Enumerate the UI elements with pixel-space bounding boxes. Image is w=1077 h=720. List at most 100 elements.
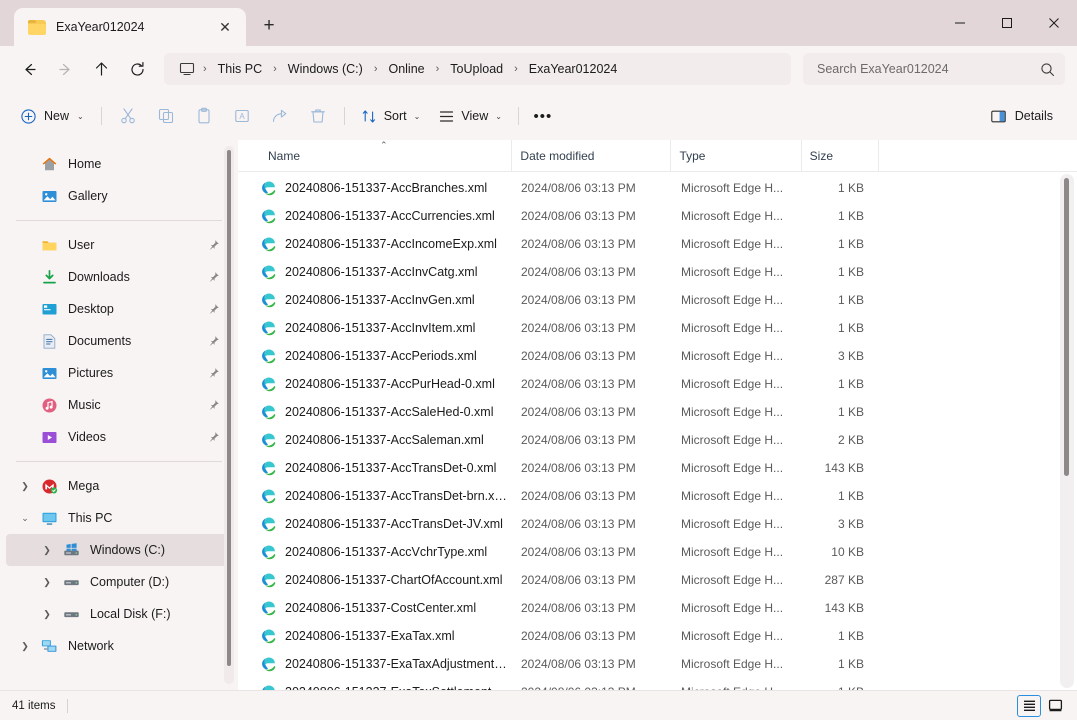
chevron-right-icon[interactable]: ❯ [18, 641, 32, 652]
sidebar-scrollbar[interactable] [224, 146, 234, 684]
file-name-cell[interactable]: 20240806-151337-AccTransDet-JV.xml [260, 516, 513, 533]
table-row[interactable]: 20240806-151337-AccTransDet-brn.xml 2024/… [238, 482, 1077, 510]
tab-exayear012024[interactable]: ExaYear012024 ✕ [14, 8, 246, 46]
breadcrumb-item-this-pc[interactable]: This PC [210, 58, 270, 80]
back-icon[interactable] [12, 52, 46, 86]
file-name-cell[interactable]: 20240806-151337-AccPeriods.xml [260, 348, 513, 365]
table-row[interactable]: 20240806-151337-AccBranches.xml 2024/08/0… [238, 174, 1077, 202]
table-row[interactable]: 20240806-151337-AccPurHead-0.xml 2024/08/… [238, 370, 1077, 398]
file-name-cell[interactable]: 20240806-151337-AccSaleman.xml [260, 432, 513, 449]
maximize-icon[interactable] [983, 0, 1030, 46]
delete-icon[interactable] [299, 100, 337, 132]
chevron-right-icon[interactable]: ❯ [18, 481, 32, 492]
file-name-cell[interactable]: 20240806-151337-ChartOfAccount.xml [260, 572, 513, 589]
file-name-cell[interactable]: 20240806-151337-AccTransDet-brn.xml [260, 488, 513, 505]
table-row[interactable]: 20240806-151337-ExaTaxAdjustment.xml 2024… [238, 650, 1077, 678]
minimize-icon[interactable] [936, 0, 983, 46]
chevron-right-icon[interactable]: ❯ [40, 609, 54, 620]
sidebar-item-downloads[interactable]: Downloads [6, 261, 232, 293]
table-row[interactable]: 20240806-151337-AccSaleHed-0.xml 2024/08/… [238, 398, 1077, 426]
sidebar-item-videos[interactable]: Videos [6, 421, 232, 453]
cut-icon[interactable] [109, 100, 147, 132]
new-tab-button[interactable]: + [252, 9, 286, 43]
file-name-cell[interactable]: 20240806-151337-AccIncomeExp.xml [260, 236, 513, 253]
table-row[interactable]: 20240806-151337-AccInvItem.xml 2024/08/06… [238, 314, 1077, 342]
refresh-icon[interactable] [120, 52, 154, 86]
chevron-right-icon[interactable]: ❯ [40, 545, 54, 556]
close-tab-icon[interactable]: ✕ [212, 14, 238, 40]
breadcrumb-item-exayear012024[interactable]: ExaYear012024 [521, 58, 626, 80]
table-row[interactable]: 20240806-151337-AccInvGen.xml 2024/08/06 … [238, 286, 1077, 314]
table-row[interactable]: 20240806-151337-ExaTax.xml 2024/08/06 03:… [238, 622, 1077, 650]
breadcrumb-item-windows-c[interactable]: Windows (C:) [280, 58, 371, 80]
breadcrumb-item-online[interactable]: Online [380, 58, 432, 80]
table-row[interactable]: 20240806-151337-AccIncomeExp.xml 2024/08/… [238, 230, 1077, 258]
file-name-cell[interactable]: 20240806-151337-AccInvCatg.xml [260, 264, 513, 281]
file-name-cell[interactable]: 20240806-151337-AccVchrType.xml [260, 544, 513, 561]
sidebar-item-windows-c[interactable]: ❯ Windows (C:) [6, 534, 232, 566]
pin-icon[interactable] [207, 367, 220, 380]
table-row[interactable]: 20240806-151337-AccCurrencies.xml 2024/08… [238, 202, 1077, 230]
column-header-type[interactable]: Type [670, 139, 800, 172]
file-name-cell[interactable]: 20240806-151337-CostCenter.xml [260, 600, 513, 617]
share-icon[interactable] [261, 100, 299, 132]
this-pc-icon[interactable] [174, 61, 200, 77]
file-list-scrollbar-thumb[interactable] [1064, 178, 1069, 477]
breadcrumb[interactable]: › This PC › Windows (C:) › Online › ToUp… [164, 53, 791, 85]
table-row[interactable]: 20240806-151337-AccPeriods.xml 2024/08/06… [238, 342, 1077, 370]
sidebar-item-this-pc[interactable]: ⌄ This PC [6, 502, 232, 534]
sidebar-item-documents[interactable]: Documents [6, 325, 232, 357]
details-pane-button[interactable]: Details [980, 100, 1063, 132]
sidebar-item-mega[interactable]: ❯ Mega [6, 470, 232, 502]
sidebar-item-user[interactable]: User [6, 229, 232, 261]
rename-icon[interactable]: A [223, 100, 261, 132]
pin-icon[interactable] [207, 335, 220, 348]
large-icons-view-toggle[interactable] [1043, 695, 1067, 717]
sidebar-item-desktop[interactable]: Desktop [6, 293, 232, 325]
search-box[interactable] [803, 53, 1065, 85]
table-row[interactable]: 20240806-151337-ExaTaxSettlement.xml2024… [238, 678, 1077, 690]
file-name-cell[interactable]: 20240806-151337-AccTransDet-0.xml [260, 460, 513, 477]
file-name-cell[interactable]: 20240806-151337-ExaTax.xml [260, 628, 513, 645]
pin-icon[interactable] [207, 239, 220, 252]
pin-icon[interactable] [207, 399, 220, 412]
chevron-right-icon[interactable]: ❯ [40, 577, 54, 588]
table-row[interactable]: 20240806-151337-AccTransDet-0.xml 2024/08… [238, 454, 1077, 482]
table-row[interactable]: 20240806-151337-AccVchrType.xml 2024/08/0… [238, 538, 1077, 566]
sidebar-item-pictures[interactable]: Pictures [6, 357, 232, 389]
close-window-icon[interactable] [1030, 0, 1077, 46]
file-name-cell[interactable]: 20240806-151337-AccCurrencies.xml [260, 208, 513, 225]
file-name-cell[interactable]: 20240806-151337-AccSaleHed-0.xml [260, 404, 513, 421]
paste-icon[interactable] [185, 100, 223, 132]
file-name-cell[interactable]: 20240806-151337-AccPurHead-0.xml [260, 376, 513, 393]
search-icon[interactable] [1040, 62, 1055, 77]
new-button[interactable]: New ⌄ [12, 100, 94, 132]
sidebar-item-local-disk-f[interactable]: ❯ Local Disk (F:) [6, 598, 232, 630]
file-name-cell[interactable]: 20240806-151337-AccInvGen.xml [260, 292, 513, 309]
column-header-size[interactable]: Size [800, 139, 879, 172]
file-name-cell[interactable]: 20240806-151337-AccBranches.xml [260, 180, 513, 197]
sidebar-item-music[interactable]: Music [6, 389, 232, 421]
forward-icon[interactable] [48, 52, 82, 86]
table-row[interactable]: 20240806-151337-ChartOfAccount.xml 2024/0… [238, 566, 1077, 594]
search-input[interactable] [817, 62, 1040, 76]
see-more-button[interactable]: ••• [526, 100, 560, 132]
sidebar-item-computer-d[interactable]: ❯ Computer (D:) [6, 566, 232, 598]
up-icon[interactable] [84, 52, 118, 86]
column-header-name[interactable]: Name ⌃ [260, 140, 511, 172]
file-list-scrollbar[interactable] [1060, 174, 1074, 688]
copy-icon[interactable] [147, 100, 185, 132]
sidebar-item-network[interactable]: ❯ Network [6, 630, 232, 662]
table-row[interactable]: 20240806-151337-AccSaleman.xml 2024/08/06… [238, 426, 1077, 454]
sidebar-item-gallery[interactable]: Gallery [6, 180, 232, 212]
chevron-down-icon[interactable]: ⌄ [18, 513, 32, 524]
pin-icon[interactable] [207, 431, 220, 444]
details-view-toggle[interactable] [1017, 694, 1041, 717]
sidebar-item-home[interactable]: Home [6, 148, 232, 180]
table-row[interactable]: 20240806-151337-CostCenter.xml 2024/08/06… [238, 594, 1077, 622]
breadcrumb-item-toupload[interactable]: ToUpload [442, 58, 511, 80]
sidebar-scrollbar-thumb[interactable] [227, 150, 231, 667]
table-row[interactable]: 20240806-151337-AccTransDet-JV.xml 2024/0… [238, 510, 1077, 538]
view-button[interactable]: View ⌄ [429, 100, 511, 132]
column-header-date-modified[interactable]: Date modified [511, 139, 670, 172]
